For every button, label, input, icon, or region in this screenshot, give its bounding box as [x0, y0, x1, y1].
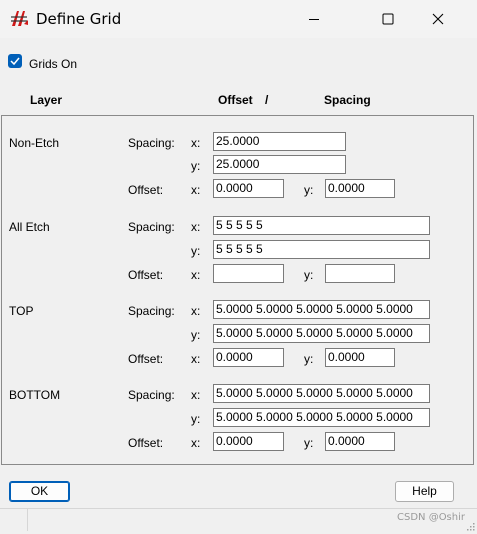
all-etch-spacing-x-input[interactable]: 5 5 5 5 5	[213, 216, 430, 235]
watermark: CSDN @Oshir	[397, 512, 465, 523]
spacing-label: Spacing:	[128, 388, 175, 402]
x-label: x:	[191, 268, 201, 282]
offset-label: Offset:	[128, 183, 164, 197]
non-etch-spacing-x-input[interactable]: 25.0000	[213, 132, 346, 151]
status-bar	[0, 508, 477, 509]
close-icon[interactable]	[415, 0, 461, 38]
all-etch-spacing-y-input[interactable]: 5 5 5 5 5	[213, 240, 430, 259]
header-separator: /	[265, 93, 269, 107]
layer-name-all-etch: All Etch	[9, 220, 50, 234]
offset-header: Offset	[218, 93, 253, 107]
y-label: y:	[304, 436, 314, 450]
y-label: y:	[304, 268, 314, 282]
bottom-offset-y-input[interactable]: 0.0000	[325, 432, 395, 451]
layer-header: Layer	[30, 93, 63, 107]
y-label: y:	[304, 352, 314, 366]
non-etch-offset-y-input[interactable]: 0.0000	[325, 179, 395, 198]
y-label: y:	[304, 183, 314, 197]
bottom-offset-x-input[interactable]: 0.0000	[213, 432, 284, 451]
checkmark-icon	[10, 57, 20, 66]
x-label: x:	[191, 304, 201, 318]
top-spacing-x-input[interactable]: 5.0000 5.0000 5.0000 5.0000 5.0000	[213, 300, 430, 319]
top-offset-x-input[interactable]: 0.0000	[213, 348, 284, 367]
window-title: Define Grid	[36, 10, 122, 28]
spacing-header: Spacing	[324, 93, 371, 107]
ok-button[interactable]: OK	[9, 481, 70, 502]
y-label: y:	[191, 159, 201, 173]
all-etch-offset-y-input[interactable]	[325, 264, 395, 283]
offset-label: Offset:	[128, 436, 164, 450]
layer-name-non-etch: Non-Etch	[9, 136, 60, 150]
minimize-icon[interactable]	[291, 0, 337, 38]
status-bar-divider	[27, 509, 28, 531]
grid-app-icon	[9, 8, 29, 28]
layer-name-top: TOP	[9, 304, 34, 318]
y-label: y:	[191, 244, 201, 258]
x-label: x:	[191, 183, 201, 197]
bottom-spacing-y-input[interactable]: 5.0000 5.0000 5.0000 5.0000 5.0000	[213, 408, 430, 427]
grids-on-checkbox[interactable]	[8, 54, 22, 68]
offset-label: Offset:	[128, 352, 164, 366]
x-label: x:	[191, 388, 201, 402]
top-spacing-y-input[interactable]: 5.0000 5.0000 5.0000 5.0000 5.0000	[213, 324, 430, 343]
spacing-label: Spacing:	[128, 304, 175, 318]
x-label: x:	[191, 352, 201, 366]
grids-on-label: Grids On	[29, 57, 78, 71]
y-label: y:	[191, 412, 201, 426]
resize-grip-icon[interactable]	[466, 520, 475, 531]
spacing-label: Spacing:	[128, 220, 175, 234]
layer-name-bottom: BOTTOM	[9, 388, 61, 402]
non-etch-offset-x-input[interactable]: 0.0000	[213, 179, 284, 198]
x-label: x:	[191, 436, 201, 450]
x-label: x:	[191, 136, 201, 150]
offset-label: Offset:	[128, 268, 164, 282]
all-etch-offset-x-input[interactable]	[213, 264, 284, 283]
title-bar: Define Grid	[0, 0, 477, 38]
top-offset-y-input[interactable]: 0.0000	[325, 348, 395, 367]
y-label: y:	[191, 328, 201, 342]
help-button[interactable]: Help	[395, 481, 454, 502]
x-label: x:	[191, 220, 201, 234]
maximize-icon[interactable]	[365, 0, 411, 38]
spacing-label: Spacing:	[128, 136, 175, 150]
non-etch-spacing-y-input[interactable]: 25.0000	[213, 155, 346, 174]
bottom-spacing-x-input[interactable]: 5.0000 5.0000 5.0000 5.0000 5.0000	[213, 384, 430, 403]
